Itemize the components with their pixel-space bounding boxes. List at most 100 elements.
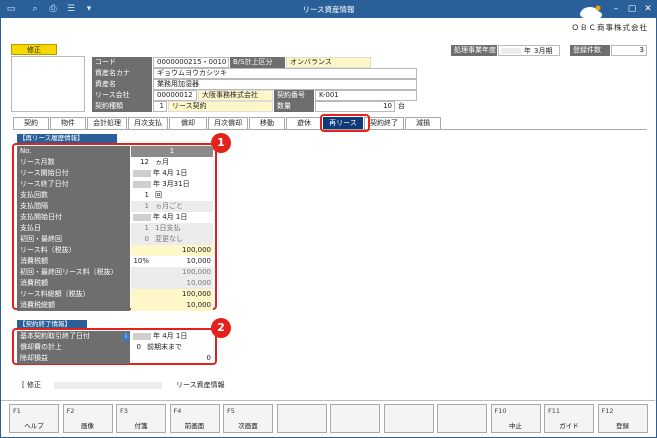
fkey-number: F2 [66, 407, 75, 415]
fkey-f2[interactable]: F2 画像 [62, 404, 113, 433]
tab-monthly-depreciation[interactable]: 月次償却 [208, 117, 248, 129]
asset-image-area[interactable] [11, 56, 85, 112]
release-row-value[interactable]: 100,000 [131, 289, 213, 300]
company-name: ＯＢＣ商事株式会社 [571, 23, 648, 32]
fkey-label: 前画面 [184, 422, 205, 430]
termination-row-value[interactable]: 0 [131, 353, 213, 364]
fkey-label: 次画面 [238, 422, 258, 430]
count-value: 3 [611, 45, 647, 56]
tab-property[interactable]: 物件 [50, 117, 86, 129]
release-row-value[interactable]: 1 ヵ月ごと [131, 201, 213, 212]
release-row: 支払開始日付 年 4月 1日 [17, 212, 213, 223]
fkey-number: F11 [548, 407, 561, 415]
release-row-value[interactable]: 10% 10,000 [131, 256, 213, 267]
release-row-value[interactable]: 10,000 [131, 278, 213, 289]
fkey-f10[interactable]: F10 中止 [490, 404, 541, 433]
window-title: リース資産情報 [302, 5, 355, 14]
release-row-value[interactable]: 0 変更なし [131, 234, 213, 245]
contract-no-value[interactable]: K-001 [315, 90, 417, 101]
release-row: 初回・最終回リース料（税抜） 100,000 [17, 267, 213, 278]
kana-label: 資産名カナ [92, 68, 152, 79]
fkey-f5[interactable]: F5 次画面 [223, 404, 273, 433]
fkey-f3[interactable]: F3 付箋 [116, 404, 166, 433]
release-row: リース終了日付 年 3月31日 [17, 179, 213, 190]
contract-no-label: 契約番号 [274, 90, 314, 101]
fkey-f4[interactable]: F4 前画面 [169, 404, 220, 433]
termination-row-value[interactable]: 0 前期末まで [131, 342, 213, 353]
tab-monthly-payment[interactable]: 月次支払 [128, 117, 168, 129]
release-row-value[interactable]: 10,000 [131, 300, 213, 311]
fkey-f11[interactable]: F11 ガイド [544, 404, 594, 433]
value-code: 1 [144, 202, 149, 210]
release-row: リース月数 12 ヵ月 [17, 157, 213, 168]
release-row-value[interactable]: 年 4月 1日 [131, 168, 213, 179]
value-code: 0 [136, 343, 141, 351]
quantity-value[interactable]: 10 [315, 101, 395, 112]
asset-name-value[interactable]: 業務用加湿器 [153, 79, 417, 90]
termination-row: 除却損益 0 [17, 353, 213, 364]
date-text: 年 4月 1日 [153, 213, 188, 221]
release-row-label: 消費税総額 [17, 300, 130, 311]
release-row-value[interactable]: 100,000 [131, 267, 213, 278]
tab-depreciation[interactable]: 償却 [169, 117, 207, 129]
release-row-value[interactable]: 1 1日支払 [131, 223, 213, 234]
termination-row-value[interactable]: 年 4月 1日 [131, 331, 213, 342]
maximize-icon[interactable]: ▢ [625, 3, 639, 15]
masked-year [133, 214, 151, 221]
lease-company-code[interactable]: 00000012 [153, 90, 197, 101]
date-text: 年 4月 1日 [153, 332, 188, 340]
release-row-label: 支払開始日付 [17, 212, 130, 223]
fkey-label: 中止 [509, 422, 522, 430]
release-row-label: リース月数 [17, 157, 130, 168]
release-row: 支払回数 1 回 [17, 190, 213, 201]
fiscal-year-masked [501, 48, 521, 54]
tab-contract[interactable]: 契約 [13, 117, 49, 129]
release-row-label: 支払日 [17, 223, 130, 234]
fiscal-year-label: 処理事業年度 [451, 45, 497, 56]
value-code: 12 [140, 158, 149, 166]
quantity-label: 数量 [274, 101, 314, 112]
info-icon[interactable]: i [122, 333, 130, 341]
release-row-value[interactable]: 年 4月 1日 [131, 212, 213, 223]
minimize-icon[interactable]: – [609, 3, 623, 15]
fkey-empty [330, 404, 380, 433]
active-tab-highlight [320, 114, 370, 132]
tab-contract-end[interactable]: 契約終了 [364, 117, 404, 129]
tab-transfer[interactable]: 移動 [249, 117, 285, 129]
release-row-value[interactable]: 100,000 [131, 245, 213, 256]
bs-class-value[interactable]: オンバランス [286, 57, 371, 68]
masked-year [133, 333, 151, 340]
asset-name-label: 資産名 [92, 79, 152, 90]
tab-idle[interactable]: 遊休 [286, 117, 322, 129]
title-bar: ▭ ⌕ ⎙ ☰ ▾ リース資産情報 – ▢ ✕ [1, 1, 656, 18]
code-value[interactable]: 0000000215・0010 [153, 57, 229, 68]
count-label: 登録件数 [570, 45, 610, 56]
date-text: 年 4月 1日 [153, 169, 188, 177]
release-row-label: 支払回数 [17, 190, 130, 201]
release-no-value[interactable]: 1 [131, 146, 213, 157]
release-row-value[interactable]: 12 ヵ月 [131, 157, 213, 168]
kana-value[interactable]: ギョウムヨウカシツキ [153, 68, 417, 79]
fkey-f12[interactable]: F12 登録 [597, 404, 648, 433]
release-row-label: 消費税額 [17, 278, 130, 289]
release-row-label: 初回・最終回リース料（税抜） [17, 267, 130, 278]
mode-badge: 修正 [11, 44, 57, 55]
tab-impairment[interactable]: 減損 [405, 117, 441, 129]
release-row-value[interactable]: 年 3月31日 [131, 179, 213, 190]
status-text: リース資産情報 [176, 381, 225, 389]
value-code: 10% [133, 257, 149, 265]
value-code: 0 [144, 235, 149, 243]
termination-row: 基本契約取引終了日付 年 4月 1日 [17, 331, 213, 342]
tab-accounting[interactable]: 会計処理 [87, 117, 127, 129]
quantity-unit: 台 [398, 102, 405, 110]
value-extra: ヵ月ごと [155, 202, 183, 210]
release-row-label: 消費税額 [17, 256, 130, 267]
contract-type-code[interactable]: 1 [153, 101, 167, 112]
fkey-number: F4 [173, 407, 182, 415]
release-no-row: No. 1 [17, 146, 213, 157]
close-icon[interactable]: ✕ [641, 3, 655, 15]
fkey-label: ガイド [559, 422, 579, 430]
fkey-f1[interactable]: F1 ヘルプ [9, 404, 59, 433]
callout-2-badge: 2 [211, 318, 231, 338]
release-row-value[interactable]: 1回 [131, 190, 213, 201]
